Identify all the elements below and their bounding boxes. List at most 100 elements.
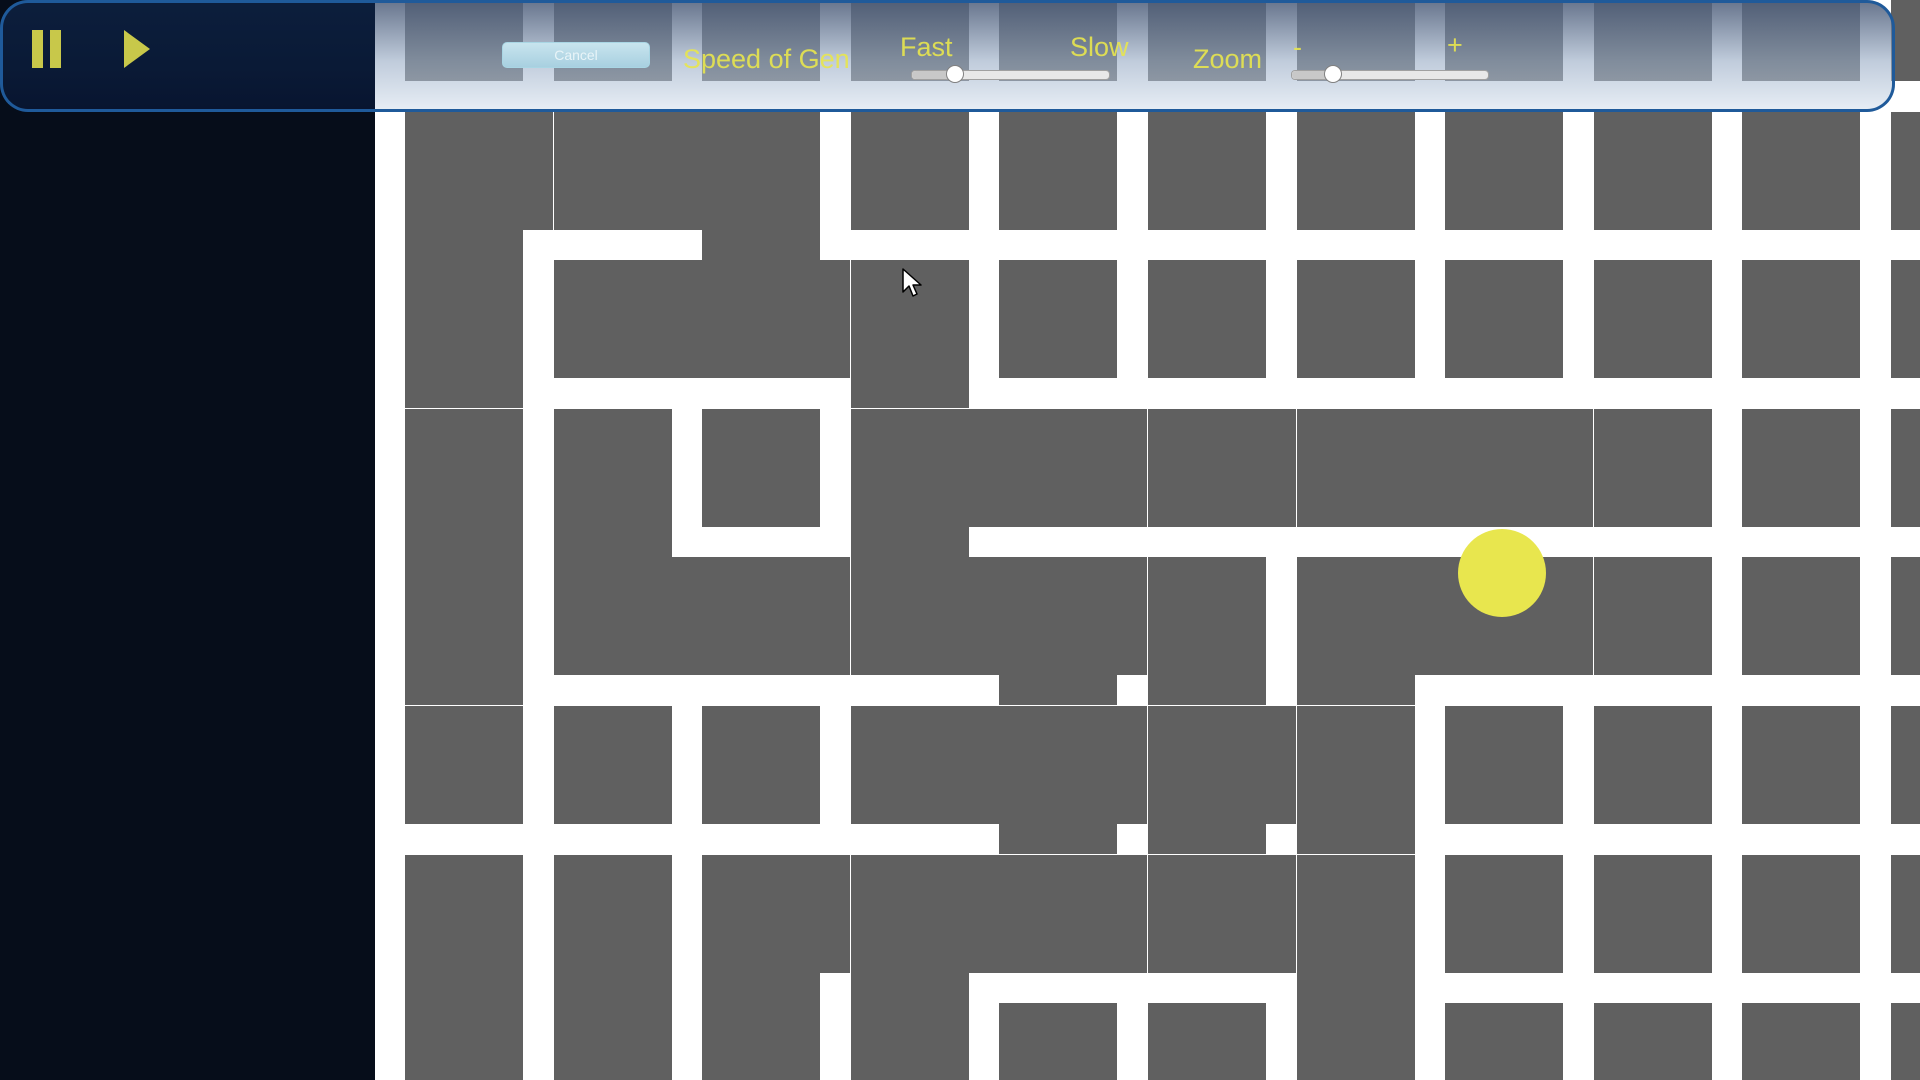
maze-cell bbox=[850, 111, 969, 230]
maze-passage bbox=[1563, 557, 1594, 676]
mouse-cursor-icon bbox=[902, 268, 922, 297]
maze-passage bbox=[968, 408, 999, 527]
player-ball bbox=[1458, 529, 1546, 617]
maze-passage bbox=[1266, 706, 1296, 824]
maze-passage bbox=[671, 260, 702, 379]
maze-passage bbox=[405, 972, 523, 1003]
maze-cell bbox=[1742, 854, 1861, 973]
maze-cell bbox=[553, 706, 672, 824]
maze-passage bbox=[523, 111, 553, 230]
maze-cell bbox=[999, 706, 1118, 824]
pause-button[interactable] bbox=[28, 26, 74, 72]
maze-passage bbox=[999, 824, 1118, 854]
maze-cell bbox=[850, 854, 969, 973]
maze-cell bbox=[1296, 260, 1415, 379]
cancel-button[interactable]: Cancel bbox=[502, 42, 650, 68]
maze-passage bbox=[850, 378, 969, 409]
maze-cell bbox=[1148, 408, 1266, 527]
maze-cell bbox=[553, 557, 672, 676]
maze-cell bbox=[850, 557, 969, 676]
maze-cell bbox=[1742, 111, 1861, 230]
maze-passage bbox=[820, 260, 851, 379]
maze-cell bbox=[1891, 111, 1920, 230]
maze-cell bbox=[1593, 1003, 1712, 1080]
maze-cell bbox=[1148, 1003, 1266, 1080]
maze-cell bbox=[405, 706, 523, 824]
maze-passage bbox=[1148, 675, 1266, 706]
left-panel bbox=[0, 0, 375, 1080]
maze-passage bbox=[999, 675, 1118, 706]
maze-passage bbox=[1117, 557, 1148, 676]
maze-cell bbox=[1742, 1003, 1861, 1080]
maze-passage bbox=[671, 557, 702, 676]
fast-label: Fast bbox=[900, 32, 953, 62]
top-toolbar: Cancel Speed of Gen Fast Slow Zoom - + bbox=[0, 0, 1920, 112]
speed-slider[interactable] bbox=[911, 65, 1110, 83]
maze-cell bbox=[1891, 1003, 1920, 1080]
speed-of-gen-label: Speed of Gen bbox=[683, 44, 850, 74]
maze-cell bbox=[850, 1003, 969, 1080]
maze-passage bbox=[1117, 408, 1148, 527]
maze-cell bbox=[999, 854, 1118, 973]
maze-cell bbox=[405, 111, 523, 230]
zoom-slider[interactable] bbox=[1291, 65, 1489, 83]
maze-passage bbox=[820, 557, 851, 676]
maze-cell bbox=[1593, 260, 1712, 379]
maze-cell bbox=[1593, 557, 1712, 676]
maze-cell bbox=[702, 854, 821, 973]
maze-passage bbox=[850, 972, 969, 1003]
maze-cell bbox=[999, 260, 1118, 379]
maze-cell bbox=[1891, 260, 1920, 379]
maze-cell bbox=[702, 408, 821, 527]
maze-cell bbox=[1891, 557, 1920, 676]
maze-cell bbox=[1593, 111, 1712, 230]
maze-cell bbox=[1296, 854, 1415, 973]
maze-passage bbox=[1296, 824, 1415, 854]
maze-passage bbox=[405, 675, 523, 706]
maze-cell bbox=[1296, 706, 1415, 824]
maze-passage bbox=[1563, 408, 1594, 527]
maze-cell bbox=[405, 260, 523, 379]
maze-cell bbox=[1148, 111, 1266, 230]
maze-passage bbox=[968, 854, 999, 973]
maze-cell bbox=[1148, 706, 1266, 824]
maze-passage bbox=[405, 526, 523, 557]
maze-cell bbox=[1296, 557, 1415, 676]
maze-cell bbox=[1593, 408, 1712, 527]
maze-passage bbox=[553, 972, 672, 1003]
maze-passage bbox=[702, 972, 821, 1003]
maze-cell bbox=[405, 408, 523, 527]
maze-cell bbox=[850, 706, 969, 824]
maze-cell bbox=[1593, 706, 1712, 824]
maze-passage bbox=[671, 111, 702, 230]
maze-passage bbox=[850, 526, 969, 557]
game-screen: Cancel Speed of Gen Fast Slow Zoom - + bbox=[0, 0, 1920, 1080]
maze-cell bbox=[999, 408, 1118, 527]
maze-passage bbox=[1266, 854, 1296, 973]
maze-cell bbox=[1742, 706, 1861, 824]
maze-cell bbox=[1742, 557, 1861, 676]
maze-cell bbox=[702, 260, 821, 379]
maze-cell bbox=[1742, 260, 1861, 379]
maze-passage bbox=[968, 557, 999, 676]
maze-cell bbox=[1891, 854, 1920, 973]
maze-cell bbox=[1445, 260, 1564, 379]
maze-passage bbox=[1117, 706, 1148, 824]
maze-cell bbox=[1148, 854, 1266, 973]
maze-cell bbox=[702, 1003, 821, 1080]
zoom-minus-label: - bbox=[1293, 32, 1302, 62]
maze-board[interactable] bbox=[375, 0, 1920, 1080]
play-button[interactable] bbox=[122, 26, 168, 72]
maze-cell bbox=[1445, 1003, 1564, 1080]
maze-cell bbox=[999, 1003, 1118, 1080]
maze-cell bbox=[553, 111, 672, 230]
maze-passage bbox=[1296, 675, 1415, 706]
maze-passage bbox=[1117, 854, 1148, 973]
maze-passage bbox=[553, 526, 672, 557]
maze-passage bbox=[702, 229, 821, 260]
maze-cell bbox=[553, 1003, 672, 1080]
maze-cell bbox=[1593, 854, 1712, 973]
maze-cell bbox=[1445, 854, 1564, 973]
maze-cell bbox=[405, 557, 523, 676]
maze-passage bbox=[1148, 824, 1266, 854]
